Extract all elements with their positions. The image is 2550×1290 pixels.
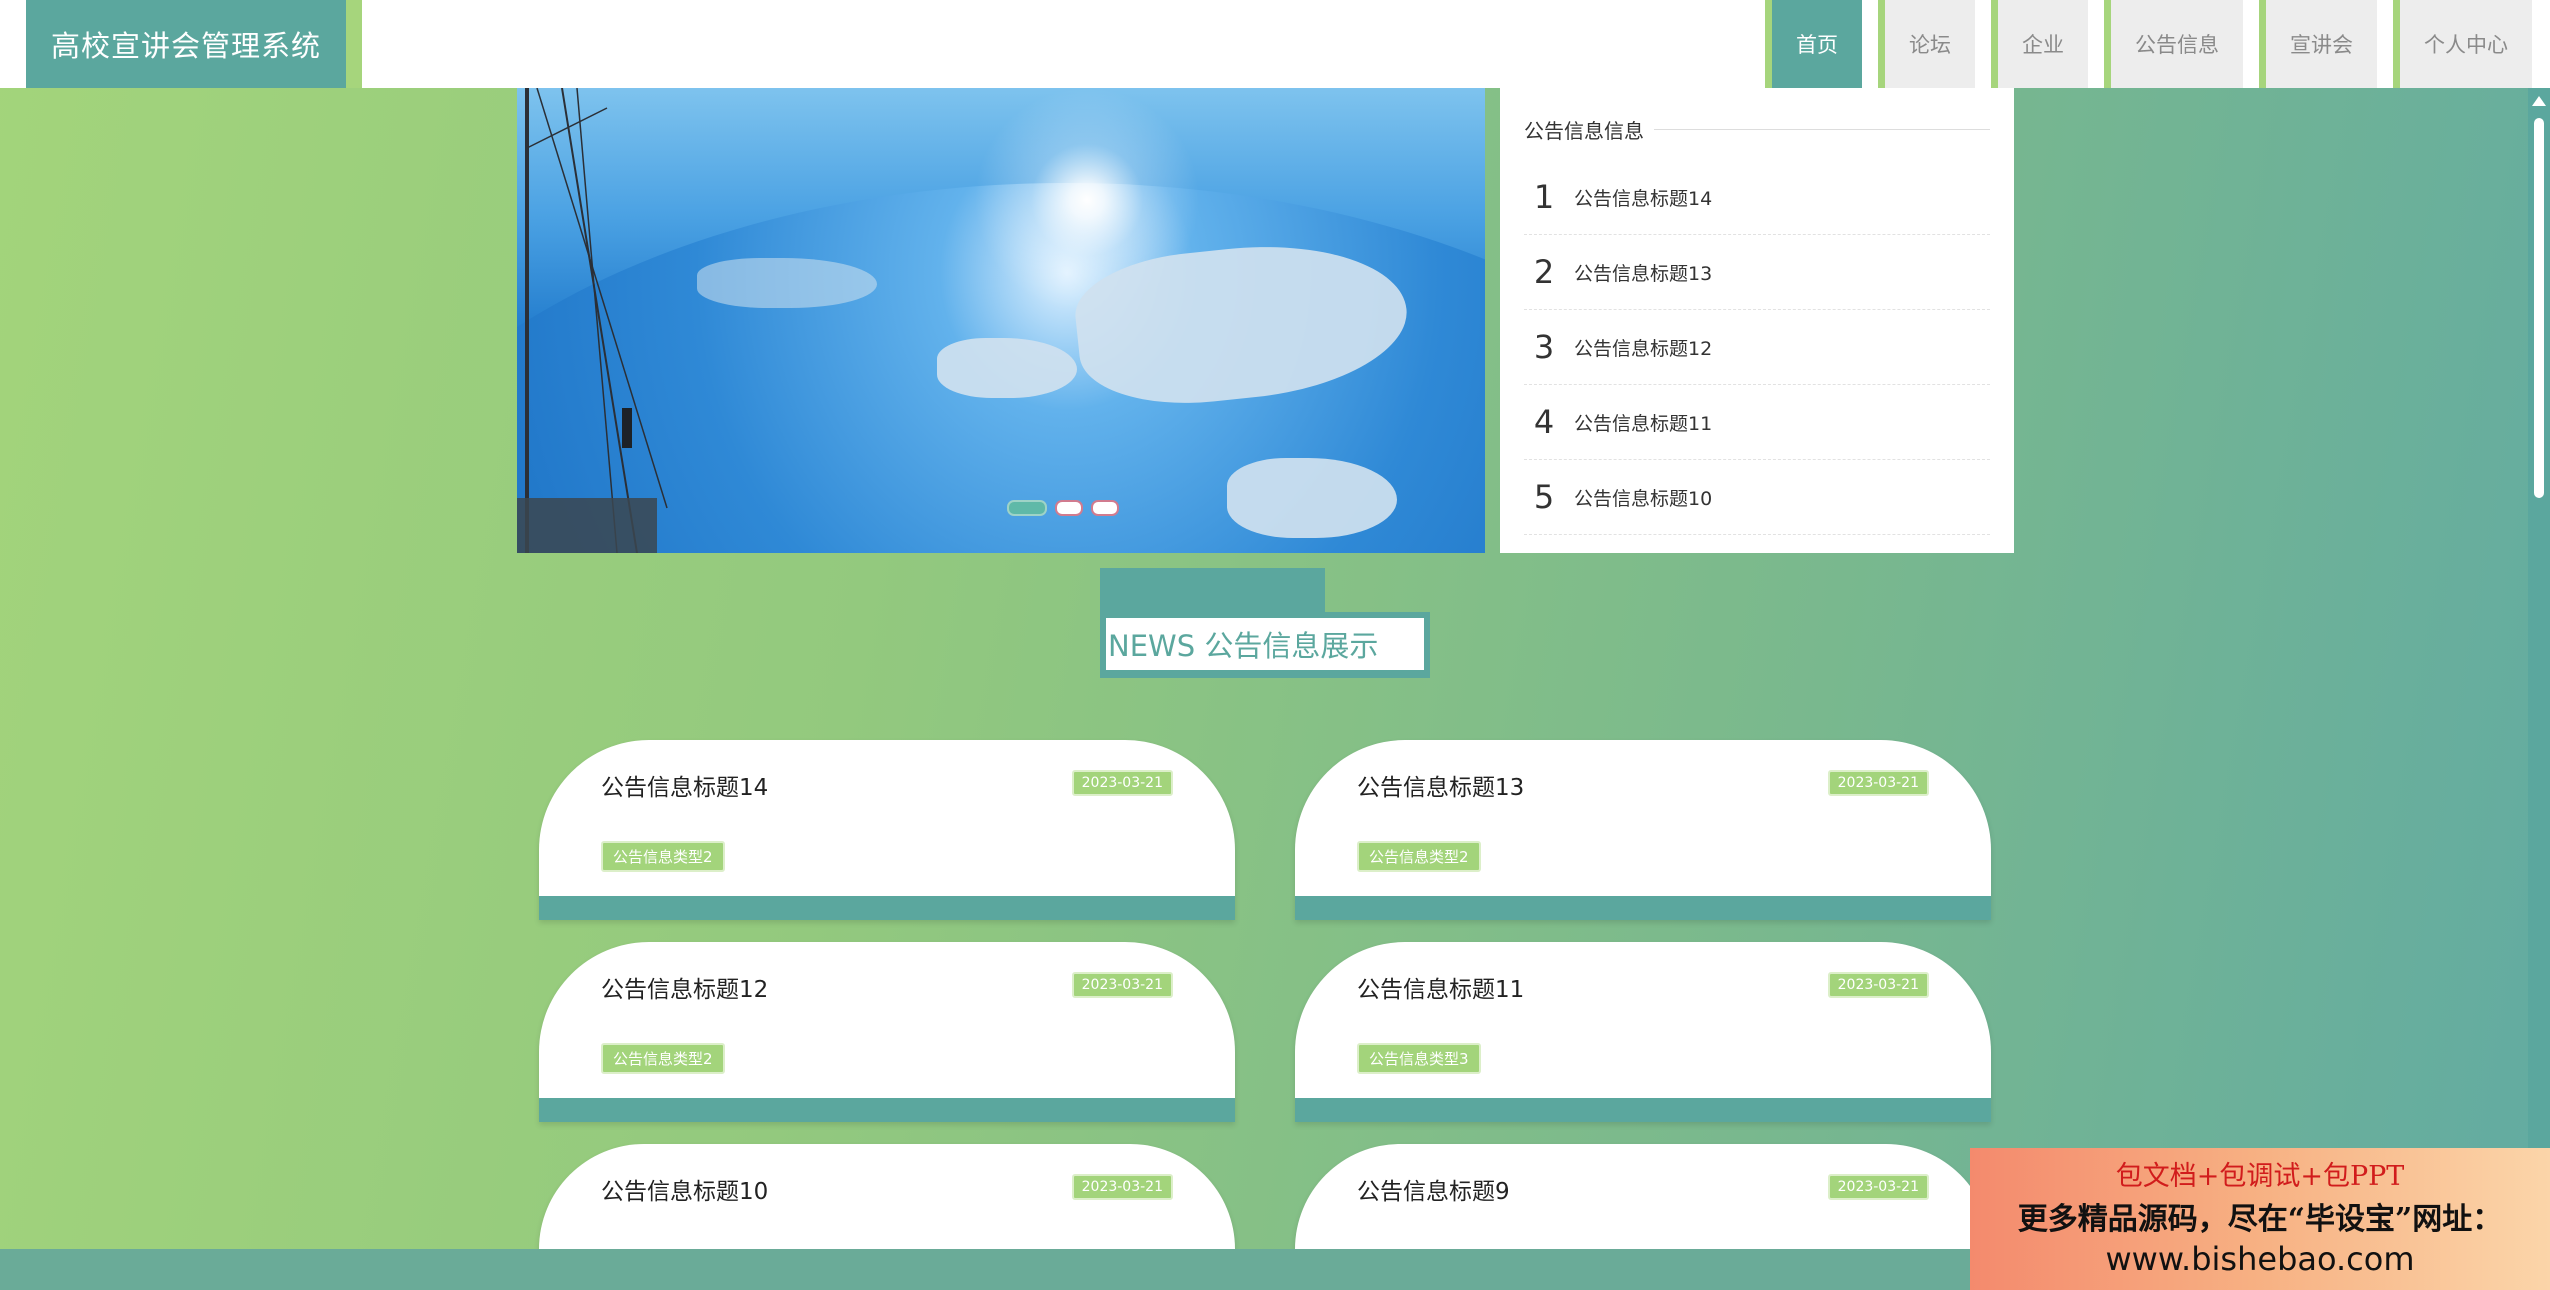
notice-rank: 2 — [1533, 253, 1555, 291]
notice-list-panel: 公告信息信息 1 公告信息标题14 2 公告信息标题13 3 公告信息标题12 … — [1500, 88, 2014, 553]
app-title: 高校宣讲会管理系统 — [50, 29, 321, 63]
divider — [1654, 129, 1990, 130]
main-nav: 首页 论坛 企业 公告信息 宣讲会 个人中心 — [1765, 0, 2532, 88]
notice-card[interactable]: 公告信息标题14 2023-03-21 公告信息类型2 — [539, 740, 1235, 920]
banner-continent-australia — [1227, 458, 1397, 538]
nav-label: 企业 — [2022, 33, 2064, 57]
notice-rank: 1 — [1533, 178, 1555, 216]
card-footer-bar — [539, 1098, 1235, 1122]
carousel-dot-1[interactable] — [1007, 500, 1047, 516]
notice-rank: 4 — [1533, 403, 1555, 441]
notice-list-item[interactable]: 2 公告信息标题13 — [1524, 235, 1990, 310]
notice-list-item[interactable]: 3 公告信息标题12 — [1524, 310, 1990, 385]
notice-item-title: 公告信息标题10 — [1574, 487, 1713, 510]
promo-line-2: 更多精品源码，尽在“毕设宝”网址： — [2017, 1202, 2503, 1237]
card-date-badge: 2023-03-21 — [1827, 972, 1929, 998]
section-heading-tab — [1100, 568, 1325, 614]
card-type-badge: 公告信息类型2 — [1357, 841, 1481, 872]
notice-list-item[interactable]: 5 公告信息标题10 — [1524, 460, 1990, 535]
ship-rigging-image — [517, 88, 668, 553]
banner-carousel[interactable] — [517, 88, 1485, 553]
card-title: 公告信息标题10 — [601, 1179, 769, 1205]
card-date-badge: 2023-03-21 — [1071, 972, 1173, 998]
notice-card[interactable]: 公告信息标题13 2023-03-21 公告信息类型2 — [1295, 740, 1991, 920]
promo-banner[interactable]: 包文档+包调试+包PPT 更多精品源码，尽在“毕设宝”网址： www.bishe… — [1970, 1148, 2550, 1290]
notice-rank: 5 — [1533, 478, 1555, 516]
card-type-badge: 公告信息类型2 — [601, 1043, 725, 1074]
carousel-dot-2[interactable] — [1055, 500, 1083, 516]
card-type-badge: 公告信息类型2 — [601, 841, 725, 872]
nav-label: 首页 — [1796, 33, 1838, 57]
notice-list: 1 公告信息标题14 2 公告信息标题13 3 公告信息标题12 4 公告信息标… — [1524, 160, 1990, 535]
notice-card[interactable]: 公告信息标题12 2023-03-21 公告信息类型2 — [539, 942, 1235, 1122]
carousel-dot-3[interactable] — [1091, 500, 1119, 516]
page-scrollbar[interactable] — [2528, 88, 2550, 1249]
notice-list-item[interactable]: 4 公告信息标题11 — [1524, 385, 1990, 460]
nav-item-profile[interactable]: 个人中心 — [2393, 0, 2532, 88]
card-type-badge: 公告信息类型3 — [1357, 1043, 1481, 1074]
scroll-up-arrow-icon[interactable] — [2532, 96, 2546, 106]
notice-card[interactable]: 公告信息标题11 2023-03-21 公告信息类型3 — [1295, 942, 1991, 1122]
scrollbar-thumb[interactable] — [2534, 118, 2544, 498]
carousel-indicators — [1007, 500, 1119, 516]
card-date-badge: 2023-03-21 — [1071, 770, 1173, 796]
app-logo[interactable]: 高校宣讲会管理系统 — [26, 0, 362, 88]
card-date-badge: 2023-03-21 — [1827, 1174, 1929, 1200]
section-heading-text: NEWS 公告信息展示 — [1106, 618, 1424, 670]
nav-item-forum[interactable]: 论坛 — [1878, 0, 1975, 88]
notice-list-item[interactable]: 1 公告信息标题14 — [1524, 160, 1990, 235]
nav-item-home[interactable]: 首页 — [1765, 0, 1862, 88]
card-footer-bar — [539, 896, 1235, 920]
nav-item-presentations[interactable]: 宣讲会 — [2259, 0, 2377, 88]
notice-item-title: 公告信息标题13 — [1574, 262, 1713, 285]
nav-label: 论坛 — [1909, 33, 1951, 57]
promo-line-1: 包文档+包调试+包PPT — [2115, 1161, 2405, 1192]
nav-item-notices[interactable]: 公告信息 — [2104, 0, 2243, 88]
section-heading: NEWS 公告信息展示 — [1100, 612, 1430, 678]
banner-continent-west — [697, 258, 877, 308]
top-header: 高校宣讲会管理系统 首页 论坛 企业 公告信息 宣讲会 个人中心 — [0, 0, 2550, 88]
nav-label: 个人中心 — [2424, 33, 2508, 57]
card-date-badge: 2023-03-21 — [1827, 770, 1929, 796]
card-title: 公告信息标题9 — [1357, 1179, 1510, 1205]
card-footer-bar — [1295, 1098, 1991, 1122]
card-title: 公告信息标题14 — [601, 775, 769, 801]
card-footer-bar — [1295, 896, 1991, 920]
nav-item-company[interactable]: 企业 — [1991, 0, 2088, 88]
nav-label: 宣讲会 — [2290, 33, 2353, 57]
notice-rank: 3 — [1533, 328, 1555, 366]
card-title: 公告信息标题12 — [601, 977, 769, 1003]
notice-item-title: 公告信息标题14 — [1574, 187, 1713, 210]
notice-item-title: 公告信息标题12 — [1574, 337, 1713, 360]
notice-card[interactable]: 公告信息标题10 2023-03-21 — [539, 1144, 1235, 1249]
notice-panel-header: 公告信息信息 — [1524, 115, 1990, 144]
promo-url: www.bishebao.com — [2105, 1240, 2415, 1278]
card-title: 公告信息标题11 — [1357, 977, 1525, 1003]
banner-continent-east — [937, 338, 1077, 398]
notice-item-title: 公告信息标题11 — [1574, 412, 1713, 435]
notice-card[interactable]: 公告信息标题9 2023-03-21 — [1295, 1144, 1991, 1249]
card-date-badge: 2023-03-21 — [1071, 1174, 1173, 1200]
notice-panel-title: 公告信息信息 — [1524, 119, 1644, 143]
card-title: 公告信息标题13 — [1357, 775, 1525, 801]
nav-label: 公告信息 — [2135, 33, 2219, 57]
